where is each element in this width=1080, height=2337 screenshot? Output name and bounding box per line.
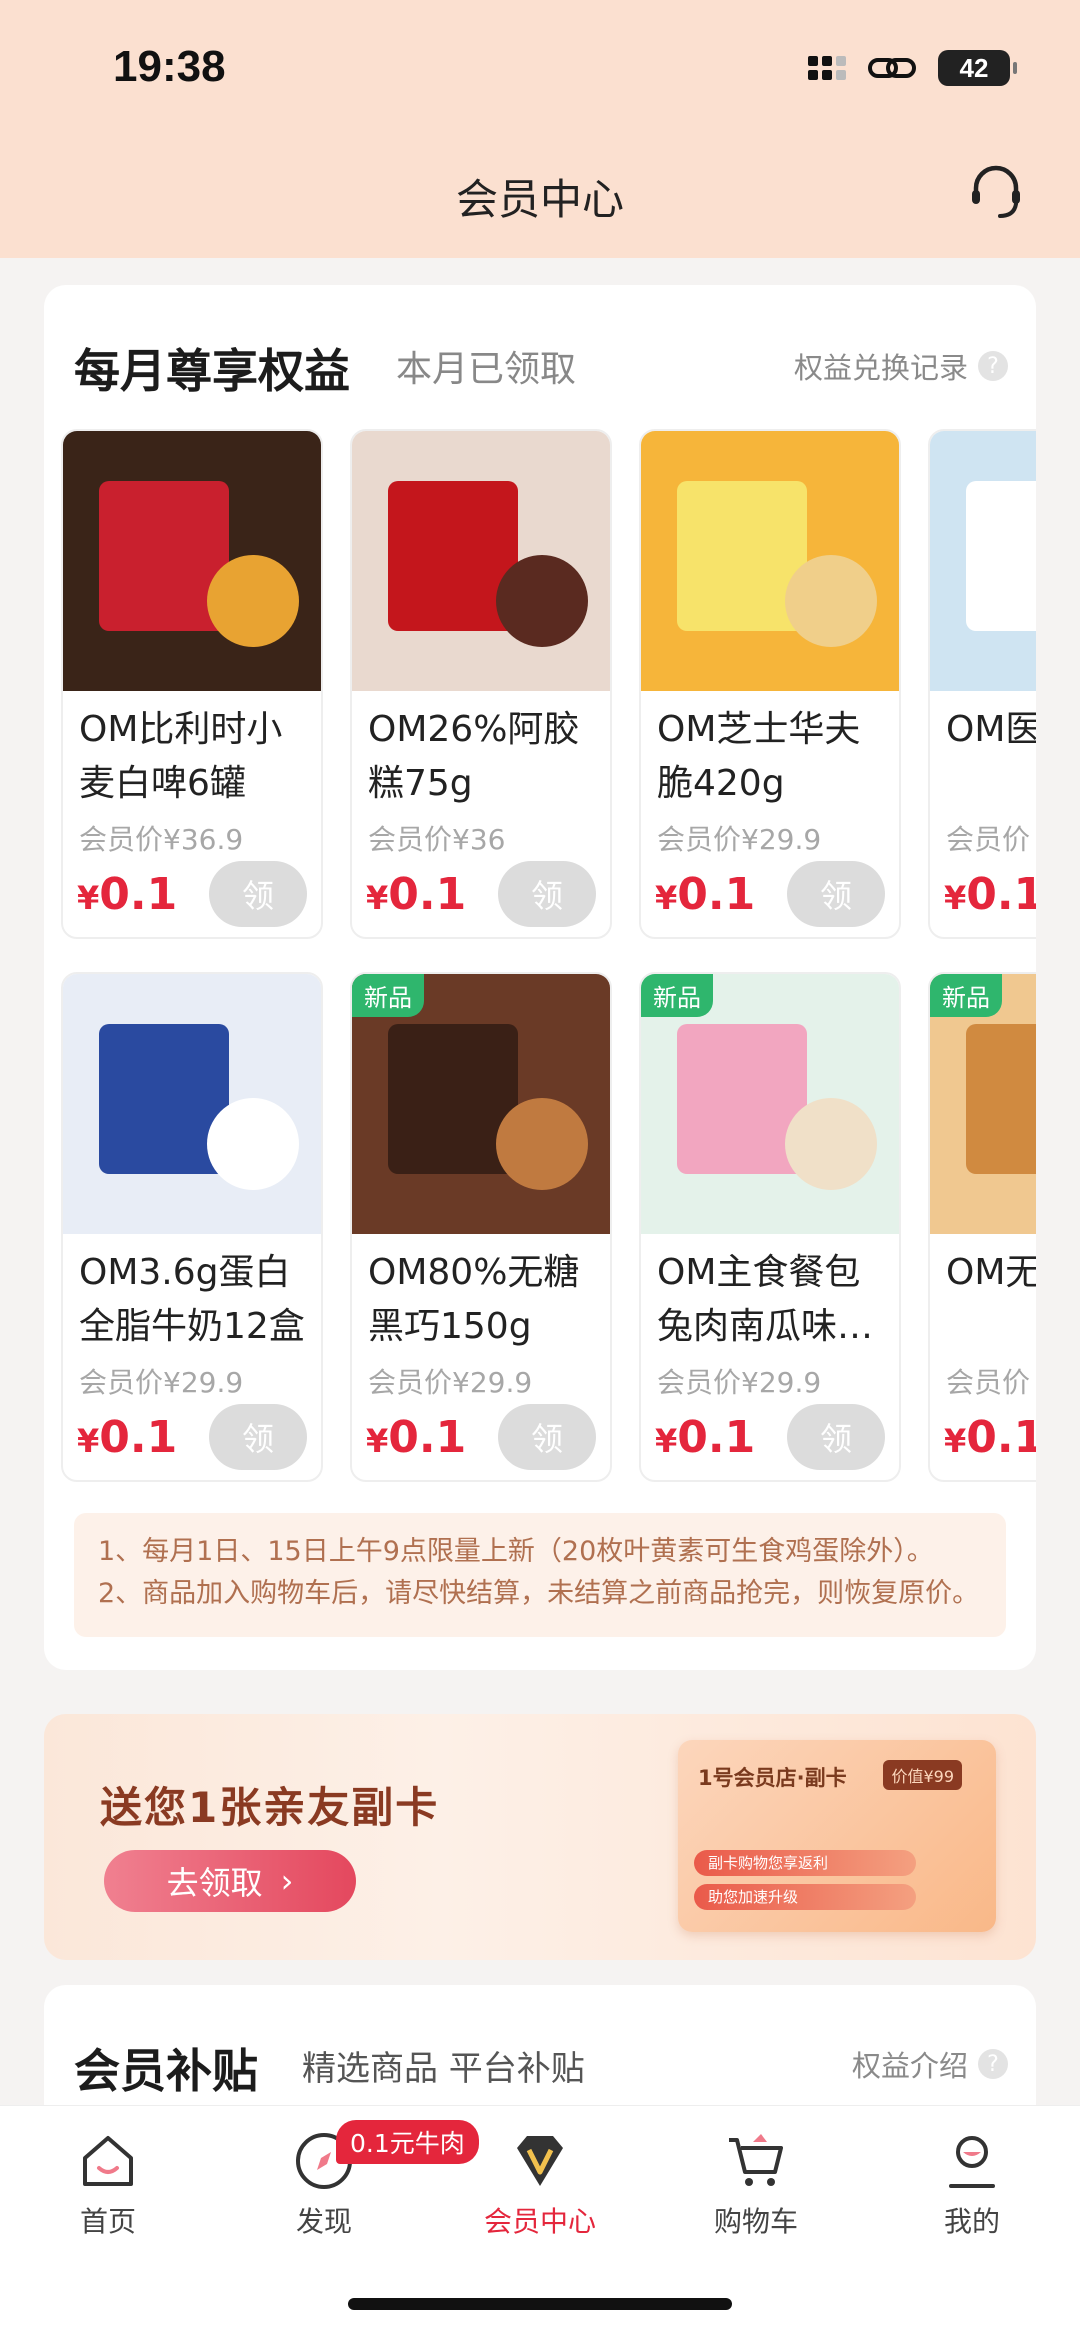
subsidy-title: 会员补贴	[74, 2044, 258, 2098]
cart-icon	[729, 2134, 783, 2186]
tab-member-center[interactable]: 会员中心	[432, 2128, 648, 2240]
price: ¥0.1	[77, 869, 178, 920]
waffle-product-image	[641, 431, 899, 691]
status-icons: 42	[808, 50, 1017, 86]
header: 19:38 42 会员中心	[0, 0, 1080, 258]
product-row-1: OM比利时小麦白啤6罐会员价¥36.9 ¥0.1 领 OM26%阿胶糕75g 会员价¥3…	[61, 429, 1036, 939]
price: ¥0.1	[366, 1412, 467, 1463]
family-card-illustration: 1号会员店·副卡 价值¥99 副卡购物您享返利 助您加速升级	[678, 1740, 996, 1932]
tab-label: 购物车	[713, 2205, 798, 2238]
claim-family-card-button[interactable]: 去领取 ›	[104, 1850, 356, 1912]
personal-hotspot-icon	[868, 58, 916, 78]
section-subtitle: 本月已领取	[396, 349, 577, 390]
tab-discover[interactable]: 发现 0.1元牛肉	[216, 2120, 479, 2240]
section-title: 每月尊享权益	[74, 344, 350, 398]
battery-icon: 42	[938, 50, 1017, 86]
product-card[interactable]: 新品 OM80%无糖黑巧150g 会员价¥29.9 ¥0.1 领	[350, 972, 612, 1482]
product-card[interactable]: OM26%阿胶糕75g 会员价¥36 ¥0.1 领	[350, 429, 612, 939]
product-name: OM无麦吐司	[946, 1252, 1036, 1293]
claim-button[interactable]: 领	[498, 1404, 596, 1470]
page-title: 会员中心	[455, 175, 624, 224]
price: ¥0.1	[655, 869, 756, 920]
price: ¥0.1	[944, 1412, 1036, 1463]
redeem-history-label: 权益兑换记录	[793, 351, 968, 385]
member-price: 会员价¥36.9	[79, 823, 244, 856]
member-price: 会员价¥36	[368, 823, 506, 856]
home-icon	[83, 2136, 133, 2186]
tab-home[interactable]: 首页	[0, 2128, 216, 2240]
member-price: 会员价	[946, 823, 1031, 856]
signal-icon	[808, 56, 846, 80]
price: ¥0.1	[77, 1412, 178, 1463]
claim-family-card-label: 去领取	[166, 1864, 263, 1902]
ejiao-product-image	[352, 431, 610, 691]
tab-label: 首页	[79, 2205, 136, 2238]
claim-button[interactable]: 领	[787, 861, 885, 927]
family-card-banner[interactable]: 送您1张亲友副卡 去领取 › 1号会员店·副卡 价值¥99 副卡购物您享返利 助…	[44, 1714, 1036, 1960]
status-time: 19:38	[113, 42, 226, 91]
chevron-right-icon: ›	[280, 1862, 294, 1900]
vcard-line-2: 助您加速升级	[694, 1884, 916, 1910]
redeem-history-link[interactable]: 权益兑换记录 ?	[794, 345, 1008, 387]
benefit-intro-label: 权益介绍	[851, 2049, 968, 2083]
product-row-2: OM3.6g蛋白全脂牛奶12盒会员价¥29.9 ¥0.1 领 新品 OM80%无糖黑巧1…	[61, 972, 1036, 1482]
home-indicator	[348, 2298, 732, 2310]
help-icon: ?	[978, 2049, 1008, 2079]
tab-label: 会员中心	[483, 2205, 596, 2238]
price: ¥0.1	[944, 869, 1036, 920]
profile-icon	[949, 2136, 995, 2188]
product-card[interactable]: OM芝士华夫脆420g 会员价¥29.9 ¥0.1 领	[639, 429, 901, 939]
product-name: OM26%阿胶糕75g	[368, 709, 580, 804]
member-price: 会员价¥29.9	[368, 1366, 533, 1399]
price: ¥0.1	[655, 1412, 756, 1463]
product-card[interactable]: OM3.6g蛋白全脂牛奶12盒会员价¥29.9 ¥0.1 领	[61, 972, 323, 1482]
notice-box: 1、每月1日、15日上午9点限量上新（20枚叶黄素可生食鸡蛋除外）。 2、商品加入…	[74, 1513, 1006, 1637]
tab-label: 我的	[943, 2205, 1000, 2238]
monthly-benefits-card: 每月尊享权益 本月已领取 权益兑换记录 ? OM比利时小麦白啤6罐会员价¥36.…	[44, 285, 1036, 1670]
tab-label: 发现	[295, 2205, 352, 2238]
vip-icon	[517, 2136, 563, 2186]
price: ¥0.1	[366, 869, 467, 920]
product-name: OM主食餐包兔肉南瓜味…	[657, 1252, 874, 1347]
claim-button[interactable]: 领	[209, 1404, 307, 1470]
subsidy-subtitle: 精选商品 平台补贴	[302, 2049, 585, 2089]
vcard-title: 1号会员店·副卡	[698, 1766, 847, 1790]
claim-button[interactable]: 领	[498, 861, 596, 927]
new-tag: 新品	[352, 974, 424, 1017]
beer-product-image	[63, 431, 321, 691]
member-price: 会员价¥29.9	[79, 1366, 244, 1399]
product-card[interactable]: OM比利时小麦白啤6罐会员价¥36.9 ¥0.1 领	[61, 429, 323, 939]
tab-cart[interactable]: 购物车	[648, 2128, 864, 2240]
product-card[interactable]: 新品 OM主食餐包兔肉南瓜味… 会员价¥29.9 ¥0.1 领	[639, 972, 901, 1482]
claim-button[interactable]: 领	[787, 1404, 885, 1470]
notice-line: 1、每月1日、15日上午9点限量上新（20枚叶黄素可生食鸡蛋除外）。	[98, 1536, 934, 1567]
notice-line: 2、商品加入购物车后，请尽快结算，未结算之前商品抢完，则恢复原价。	[98, 1578, 980, 1609]
vcard-badge: 价值¥99	[883, 1760, 962, 1790]
member-price: 会员价¥29.9	[657, 1366, 822, 1399]
milk-product-image	[63, 974, 321, 1234]
product-name: OM医修复喷	[946, 709, 1036, 750]
member-price: 会员价	[946, 1366, 1031, 1399]
help-icon: ?	[978, 351, 1008, 381]
product-card[interactable]: OM医修复喷会员价¥0.1领	[928, 429, 1036, 939]
banner-title: 送您1张亲友副卡	[100, 1783, 440, 1832]
new-tag: 新品	[930, 974, 1002, 1017]
new-tag: 新品	[641, 974, 713, 1017]
product-card[interactable]: 新品OM无麦吐司会员价¥0.1领	[928, 972, 1036, 1482]
claim-button[interactable]: 领	[209, 861, 307, 927]
tab-profile[interactable]: 我的	[864, 2128, 1080, 2240]
product-name: OM比利时小麦白啤6罐	[79, 709, 283, 804]
member-price: 会员价¥29.9	[657, 823, 822, 856]
benefit-intro-link[interactable]: 权益介绍 ?	[852, 2043, 1008, 2085]
customer-service-icon[interactable]	[964, 160, 1028, 224]
product-name: OM80%无糖黑巧150g	[368, 1252, 580, 1347]
product-name: OM芝士华夫脆420g	[657, 709, 861, 804]
vcard-line-1: 副卡购物您享返利	[694, 1850, 916, 1876]
spray-product-image	[930, 431, 1036, 691]
product-name: OM3.6g蛋白全脂牛奶12盒	[79, 1252, 305, 1347]
